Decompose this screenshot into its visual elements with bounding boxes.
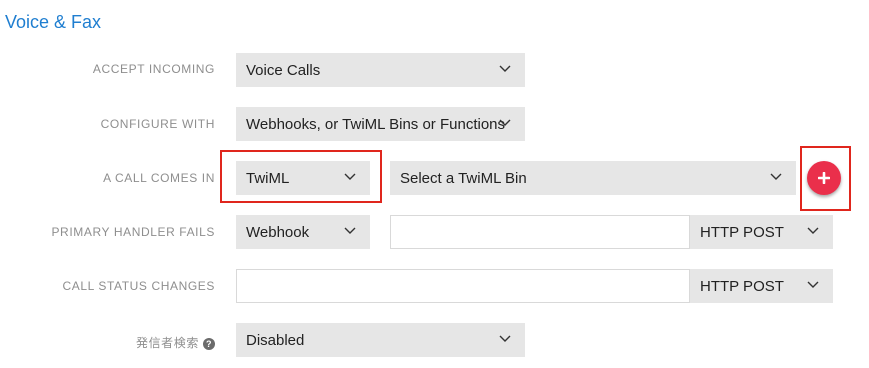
call-status-changes-label: CALL STATUS CHANGES [62, 279, 215, 293]
chevron-down-icon [770, 173, 782, 180]
help-icon[interactable]: ? [203, 337, 215, 350]
chevron-down-icon [499, 119, 511, 126]
primary-handler-method-select[interactable]: HTTP POST [690, 215, 833, 249]
call-comes-in-label: A CALL COMES IN [103, 171, 215, 185]
primary-handler-method-value: HTTP POST [700, 223, 784, 241]
highlight-box-add [800, 146, 851, 211]
chevron-down-icon [499, 335, 511, 342]
caller-lookup-value: Disabled [246, 331, 305, 349]
caller-lookup-label-text: 発信者検索 [135, 336, 199, 350]
accept-incoming-select[interactable]: Voice Calls [236, 53, 525, 87]
configure-with-value: Webhooks, or TwiML Bins or Functions [246, 115, 505, 133]
status-callback-url-input[interactable] [236, 269, 690, 303]
status-callback-method-select[interactable]: HTTP POST [690, 269, 833, 303]
configure-with-select[interactable]: Webhooks, or TwiML Bins or Functions [236, 107, 525, 141]
highlight-box-type [220, 150, 382, 203]
caller-lookup-select[interactable]: Disabled [236, 323, 525, 357]
primary-handler-url-input[interactable] [390, 215, 690, 249]
chevron-down-icon [499, 65, 511, 72]
twiml-bin-select[interactable]: Select a TwiML Bin [390, 161, 796, 195]
accept-incoming-label: ACCEPT INCOMING [92, 62, 215, 76]
caller-lookup-label: 発信者検索? [136, 334, 215, 351]
accept-incoming-value: Voice Calls [246, 61, 321, 79]
chevron-down-icon [344, 227, 356, 234]
chevron-down-icon [807, 281, 819, 288]
primary-handler-fails-label: PRIMARY HANDLER FAILS [51, 225, 215, 239]
section-title: Voice & Fax [5, 12, 102, 32]
chevron-down-icon [807, 227, 819, 234]
status-callback-method-value: HTTP POST [700, 277, 784, 295]
primary-handler-type-value: Webhook [246, 223, 310, 241]
configure-with-label: CONFIGURE WITH [100, 117, 215, 131]
primary-handler-type-select[interactable]: Webhook [236, 215, 370, 249]
twiml-bin-value: Select a TwiML Bin [400, 169, 527, 187]
